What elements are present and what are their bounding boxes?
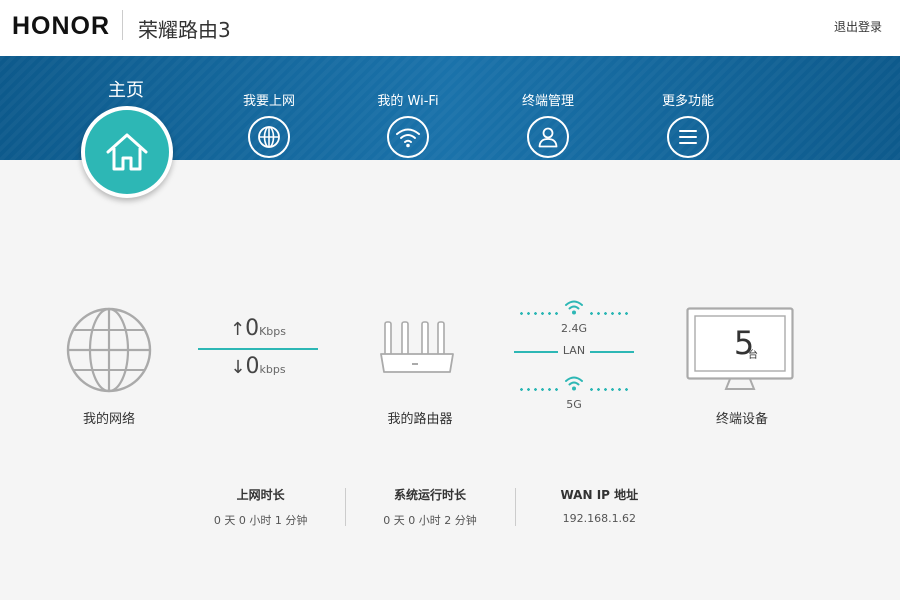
router-icon[interactable] <box>378 320 456 376</box>
nav-wifi-label: 我的 Wi-Fi <box>377 94 439 109</box>
router-label: 我的路由器 <box>387 412 453 427</box>
menu-icon <box>679 130 697 144</box>
status-panel: 我的网络 ↑0Kbps ↓0kbps 我的路由器 2.4G LAN 5G 5 台… <box>0 290 900 430</box>
download-unit: kbps <box>259 363 286 376</box>
nav-home-label: 主页 <box>108 80 144 101</box>
stats-bar: 上网时长 0 天 0 小时 1 分钟 系统运行时长 0 天 0 小时 2 分钟 … <box>176 486 684 530</box>
user-icon <box>538 127 558 148</box>
band-24g-label: 2.4G <box>560 322 588 335</box>
band-24g: 2.4G <box>514 298 634 338</box>
stat-value: 192.168.1.62 <box>562 512 637 525</box>
nav-devices[interactable]: 终端管理 <box>493 90 603 158</box>
brand-divider <box>122 10 123 40</box>
nav-internet[interactable]: 我要上网 <box>214 90 324 158</box>
arrow-down-icon: ↓ <box>230 357 246 378</box>
stat-value: 0 天 0 小时 1 分钟 <box>213 514 308 527</box>
brand-logo: HONOR <box>12 12 111 40</box>
device-count: 5 <box>733 324 755 362</box>
arrow-up-icon: ↑ <box>229 319 246 340</box>
stat-key: 上网时长 <box>236 488 285 502</box>
stat-key: 系统运行时长 <box>393 488 466 502</box>
stat-key: WAN IP 地址 <box>560 488 639 502</box>
wifi-24g-icon <box>565 300 583 315</box>
nav-home-button[interactable] <box>81 106 173 198</box>
band-5g: 5G <box>514 374 634 414</box>
network-label: 我的网络 <box>82 412 135 427</box>
nav-internet-label: 我要上网 <box>242 94 295 109</box>
logout-link[interactable]: 退出登录 <box>834 18 882 35</box>
device-unit: 台 <box>748 350 758 361</box>
stat-wan-ip: WAN IP 地址 192.168.1.62 <box>514 486 684 530</box>
nav-wifi[interactable]: 我的 Wi-Fi <box>353 90 463 158</box>
band-lan: LAN <box>514 338 634 374</box>
stat-uptime: 系统运行时长 0 天 0 小时 2 分钟 <box>345 486 514 530</box>
download-speed: ↓0kbps <box>198 354 318 384</box>
download-value: 0 <box>245 354 260 379</box>
devices-label: 终端设备 <box>715 412 768 427</box>
upload-speed: ↑0Kbps <box>198 316 318 346</box>
network-globe-icon[interactable] <box>66 307 152 393</box>
nav-more-label: 更多功能 <box>661 94 714 109</box>
nav-more[interactable]: 更多功能 <box>633 90 743 158</box>
globe-icon <box>258 126 280 148</box>
connection-bands: 2.4G LAN 5G <box>514 298 634 414</box>
band-5g-label: 5G <box>566 398 582 411</box>
upload-value: 0 <box>245 316 260 341</box>
home-icon <box>106 133 148 171</box>
speed-indicator: ↑0Kbps ↓0kbps <box>198 316 318 384</box>
stat-value: 0 天 0 小时 2 分钟 <box>383 514 477 527</box>
upload-unit: Kbps <box>259 325 286 338</box>
nav-devices-label: 终端管理 <box>521 94 574 109</box>
wifi-icon <box>396 128 420 148</box>
speed-divider <box>198 348 318 350</box>
wifi-5g-icon <box>565 376 583 391</box>
product-name: 荣耀路由3 <box>138 18 231 42</box>
top-bar: HONOR 荣耀路由3 退出登录 <box>0 0 900 56</box>
stat-online-time: 上网时长 0 天 0 小时 1 分钟 <box>176 486 345 530</box>
